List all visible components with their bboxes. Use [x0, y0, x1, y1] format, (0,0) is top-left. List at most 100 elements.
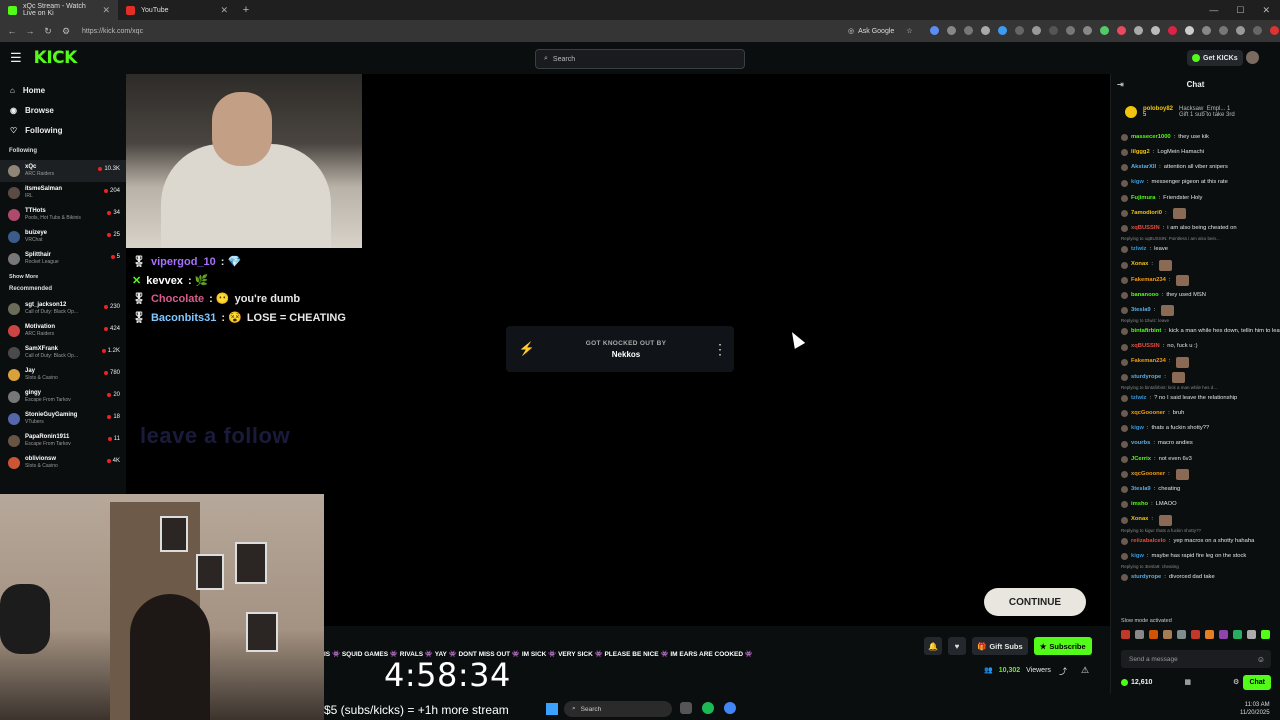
chat-message[interactable]: bintafirbint: kick a man while hes down, …	[1121, 324, 1280, 339]
close-tab-icon[interactable]: ✕	[102, 5, 110, 16]
chat-message[interactable]: sturdyrope:	[1121, 370, 1280, 385]
extension-icon[interactable]	[1049, 26, 1058, 35]
chat-username[interactable]: 3tesla9	[1131, 486, 1151, 494]
chat-message[interactable]: reiizabalcelo: yep macros on a shotty hah…	[1121, 534, 1280, 549]
kick-logo[interactable]: KICK	[34, 48, 78, 68]
chat-message[interactable]: kigw: messenger pigeon at this rate	[1121, 176, 1280, 191]
chat-username[interactable]: kigw	[1131, 179, 1144, 187]
extension-icon[interactable]	[1151, 26, 1160, 35]
search-input[interactable]: ⌕ Search	[535, 49, 745, 69]
emote-icon[interactable]	[1219, 630, 1228, 639]
tab-youtube[interactable]: YouTube ✕	[118, 0, 236, 20]
extension-icon[interactable]	[1117, 26, 1126, 35]
chat-message[interactable]: tzlwiz:? no I said leave the relationshi…	[1121, 391, 1280, 406]
extension-icon[interactable]	[1219, 26, 1228, 35]
subscribe-button[interactable]: ★ Subscribe	[1033, 637, 1092, 655]
chat-message[interactable]: massecer1000: they use kik	[1121, 130, 1280, 145]
chat-message[interactable]: Fujimura: Friendster Holy	[1121, 191, 1280, 206]
chat-message[interactable]: AkstarXII: attention all viber snipers	[1121, 160, 1280, 175]
forward-icon[interactable]: →	[24, 26, 36, 36]
channel-item[interactable]: PapaRonin1911 Escape From Tarkov 11	[0, 430, 126, 452]
chat-message[interactable]: kigw: maybe has rapid fire leg on the sto…	[1121, 549, 1280, 564]
chat-message[interactable]: xqcGoooner: bruh	[1121, 406, 1280, 421]
follow-heart-button[interactable]: ♥	[948, 637, 966, 655]
chat-message[interactable]: kigw: thats a fuckin shotty??	[1121, 421, 1280, 436]
emote-icon[interactable]	[1233, 630, 1242, 639]
show-more-link[interactable]: Show More	[0, 270, 126, 284]
channel-item[interactable]: Jay Slots & Casino 780	[0, 364, 126, 386]
emote-icon[interactable]	[1149, 630, 1158, 639]
continue-button[interactable]: CONTINUE	[984, 588, 1086, 616]
chat-username[interactable]: Xonax	[1131, 261, 1148, 269]
chat-message[interactable]: vourbs: macro andies	[1121, 437, 1280, 452]
spotify-icon[interactable]	[702, 702, 714, 714]
extension-icon[interactable]	[1066, 26, 1075, 35]
emote-icon[interactable]	[1191, 630, 1200, 639]
extension-icon[interactable]	[1185, 26, 1194, 35]
emote-icon[interactable]	[1177, 630, 1186, 639]
gift-subs-button[interactable]: 🎁 Gift Subs	[972, 637, 1028, 655]
chat-username[interactable]: bananooo	[1131, 292, 1159, 300]
chat-username[interactable]: Fakeman234	[1131, 358, 1166, 366]
chat-message[interactable]: lilggg2: LogMein Hamachi	[1121, 145, 1280, 160]
chat-username[interactable]: lilggg2	[1131, 149, 1150, 157]
bookmark-star-icon[interactable]: ☆	[906, 27, 912, 35]
extension-icon[interactable]	[947, 26, 956, 35]
chat-message[interactable]: xqBUSSIN: i am also being cheated on	[1121, 221, 1280, 236]
notification-bell-button[interactable]: 🔔	[924, 637, 942, 655]
emoji-icon[interactable]: ☺	[1257, 655, 1265, 664]
chat-username[interactable]: tzlwiz	[1131, 395, 1146, 403]
channel-item[interactable]: sgt_jackson12 Call of Duty: Black Op... 23…	[0, 298, 126, 320]
new-tab-button[interactable]: +	[236, 4, 256, 16]
chat-message[interactable]: bananooo: they used MSN	[1121, 288, 1280, 303]
extension-icon[interactable]	[1253, 26, 1262, 35]
chat-username[interactable]: xqcGoooner	[1131, 410, 1165, 418]
chat-username[interactable]: kigw	[1131, 425, 1144, 433]
emote-icon[interactable]	[1247, 630, 1256, 639]
share-icon[interactable]: ⤴	[1059, 666, 1067, 677]
extension-icon[interactable]	[998, 26, 1007, 35]
chat-username[interactable]: JCerrix	[1131, 456, 1151, 464]
chat-message[interactable]: Fakeman234:	[1121, 355, 1280, 370]
chat-username[interactable]: Fakeman234	[1131, 277, 1166, 285]
get-kicks-button[interactable]: Get KICKs	[1187, 50, 1243, 66]
chat-username[interactable]: sturdyrope	[1131, 574, 1161, 582]
channel-item[interactable]: TTHots Pools, Hot Tubs & Bikinis 34	[0, 204, 126, 226]
chat-username[interactable]: tzlwiz	[1131, 246, 1146, 254]
chat-message[interactable]: xqBUSSIN: no, fuck u :)	[1121, 339, 1280, 354]
channel-item[interactable]: gingy Escape From Tarkov 20	[0, 386, 126, 408]
chat-username[interactable]: sturdyrope	[1131, 374, 1161, 382]
chat-username[interactable]: Fujimura	[1131, 195, 1155, 203]
chat-username[interactable]: massecer1000	[1131, 134, 1171, 142]
close-window-icon[interactable]: ✕	[1262, 5, 1270, 16]
chat-username[interactable]: Xonax	[1131, 516, 1148, 524]
chat-username[interactable]: 7amodiori0	[1131, 210, 1162, 218]
channel-points[interactable]: 12,610	[1121, 678, 1152, 686]
user-avatar[interactable]	[1246, 51, 1259, 64]
chat-username[interactable]: reiizabalcelo	[1131, 538, 1166, 546]
channel-item[interactable]: itsmeSalman IRL 204	[0, 182, 126, 204]
task-view-icon[interactable]	[680, 702, 692, 714]
channel-item[interactable]: oblivionsw Slots & Casino 4K	[0, 452, 126, 474]
minimize-icon[interactable]: —	[1209, 5, 1218, 16]
chat-message[interactable]: 3tesla9:	[1121, 303, 1280, 318]
site-info-icon[interactable]: ⚙	[60, 26, 72, 37]
extension-icon[interactable]	[1083, 26, 1092, 35]
extension-icon[interactable]	[1168, 26, 1177, 35]
collapse-chat-icon[interactable]: ⇥	[1117, 80, 1124, 89]
extension-icon[interactable]	[1032, 26, 1041, 35]
back-icon[interactable]: ←	[6, 26, 18, 36]
channel-item[interactable]: buizeye VRChat 25	[0, 226, 126, 248]
extension-icon[interactable]	[1134, 26, 1143, 35]
chat-message[interactable]: Xonax:	[1121, 513, 1280, 528]
extension-icon[interactable]	[1236, 26, 1245, 35]
nav-home[interactable]: ⌂ Home	[0, 80, 126, 100]
emote-icon[interactable]	[1163, 630, 1172, 639]
extension-icon[interactable]	[981, 26, 990, 35]
emote-icon[interactable]	[1135, 630, 1144, 639]
chat-username[interactable]: imsho	[1131, 501, 1148, 509]
chat-message[interactable]: imsho: LMAOO	[1121, 497, 1280, 512]
url-field[interactable]: https://kick.com/xqc	[82, 28, 143, 35]
channel-item[interactable]: Motivation ARC Raiders 424	[0, 320, 126, 342]
extension-icon[interactable]	[964, 26, 973, 35]
